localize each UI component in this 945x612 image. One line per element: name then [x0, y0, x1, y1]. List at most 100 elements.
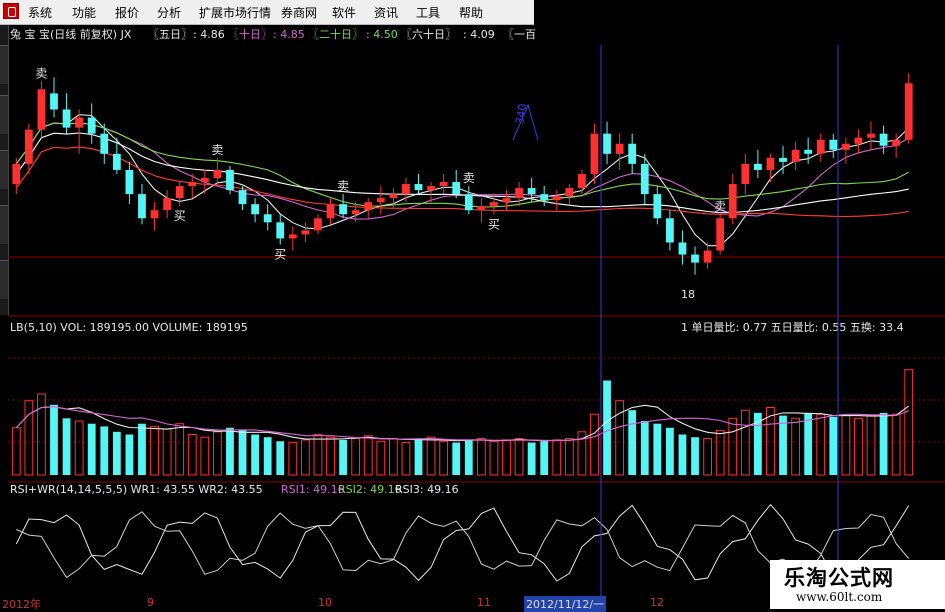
volume-bar [489, 440, 499, 476]
volume-bar [326, 436, 335, 476]
menu-software[interactable]: 软件 [332, 4, 356, 21]
rsi1-readout: RSI1: 49.16 [281, 483, 345, 496]
volume-bar [564, 438, 574, 476]
volume-bar [879, 412, 888, 475]
candle-body [766, 157, 775, 170]
ma5-label: 〖五日〗 [148, 28, 192, 41]
menu-analysis[interactable]: 分析 [157, 4, 181, 21]
candle-body [904, 83, 913, 140]
volume-bar [426, 436, 436, 476]
stock-chart[interactable]: 兔 宝 宝(日线 前复权) JX 〖五日〗 : 4.86 〖十日〗 : 4.85… [8, 25, 945, 596]
volume-bar [904, 369, 914, 476]
volume-bar [414, 439, 423, 475]
rsi2-readout: RSI2: 49.16 [338, 483, 402, 496]
volume-bar [816, 413, 826, 476]
volume-bar [263, 437, 272, 475]
volume-bar [388, 438, 398, 476]
menu-tools[interactable]: 工具 [416, 4, 440, 21]
volume-bar [514, 438, 524, 476]
candle-body [628, 143, 637, 164]
volume-bar [640, 421, 649, 475]
candle-body [502, 198, 511, 203]
volume-bar [276, 441, 285, 475]
volume-bar [476, 438, 486, 476]
volume-bar [62, 418, 71, 475]
volume-bar [779, 415, 787, 475]
candle-body [12, 163, 21, 185]
ma20-label: 〖二十日〗 [308, 27, 363, 41]
candle-body [376, 198, 385, 203]
menu-broker[interactable]: 券商网 [281, 4, 317, 21]
cursor-date-label: 2012/11/12/一 [524, 596, 607, 612]
volume-bar [162, 428, 172, 476]
volume-bar [841, 415, 851, 476]
candle-body [175, 186, 184, 199]
watermark: 乐淘公式网 www.60lt.com [770, 560, 945, 609]
volume-bar [740, 409, 750, 476]
watermark-title: 乐淘公式网 [784, 566, 894, 590]
candle-body [314, 218, 322, 231]
menu-bar: 系统 功能 报价 分析 扩展市场行情 券商网 软件 资讯 工具 帮助 [0, 0, 534, 25]
candle-body [741, 163, 750, 185]
volume-bar [226, 427, 234, 475]
signal-annotations: 卖买卖买卖卖买卖 [35, 66, 726, 261]
candle-body [728, 184, 737, 219]
volume-bar [251, 434, 260, 475]
candle-body [691, 254, 699, 263]
candle-body [125, 169, 134, 195]
volume-bar [653, 423, 662, 475]
side-tab[interactable] [0, 150, 8, 189]
menu-system[interactable]: 系统 [28, 4, 52, 21]
candle-body [779, 157, 787, 162]
candle-body [200, 177, 209, 183]
volume-ratio-readout: 1 单日量比: 0.77 五日量比: 0.55 五换: 33.4 [681, 320, 904, 334]
candle-body [590, 133, 599, 174]
menu-extended-market[interactable]: 扩展市场行情 [199, 4, 271, 21]
date-tick: 2012年 [2, 598, 41, 611]
buy-signal: 买 [488, 217, 500, 231]
volume-bar [452, 442, 461, 475]
volume-bar [112, 431, 121, 475]
candle-body [703, 250, 712, 263]
candle-body [163, 198, 172, 211]
candle-body [150, 210, 159, 219]
ma5-value: : 4.86 [193, 28, 225, 41]
sell-signal: 卖 [35, 66, 47, 80]
candle-body [829, 139, 838, 150]
candle-body [188, 182, 197, 187]
sell-signal: 卖 [463, 171, 475, 185]
candle-body [477, 206, 486, 211]
side-tab[interactable] [0, 45, 8, 84]
sell-signal: 卖 [337, 179, 349, 193]
volume-bars [11, 369, 914, 476]
candle-body [841, 143, 850, 150]
volume-bar [703, 438, 713, 476]
menu-function[interactable]: 功能 [72, 4, 96, 21]
volume-bar [854, 417, 863, 476]
candle-body [427, 186, 435, 191]
volume-bar [238, 430, 247, 475]
candle-body [226, 169, 234, 191]
volume-bar [351, 438, 361, 476]
volume-bar [125, 434, 134, 475]
menu-quotes[interactable]: 报价 [115, 4, 139, 21]
candle-body [515, 188, 523, 199]
ma20-value: : 4.50 [366, 28, 398, 41]
candle-body [100, 133, 109, 154]
price-panel-title: 兔 宝 宝(日线 前复权) JX [10, 27, 132, 41]
side-tab[interactable] [0, 95, 8, 134]
candle-body [804, 149, 813, 154]
side-tab[interactable] [0, 260, 8, 299]
candle-body [615, 143, 624, 154]
candle-body [288, 234, 297, 239]
menu-news[interactable]: 资讯 [374, 4, 398, 21]
volume-bar [100, 426, 109, 475]
volume-bar [728, 417, 738, 476]
volume-bar [212, 431, 222, 476]
volume-bar [150, 425, 159, 476]
menu-help[interactable]: 帮助 [459, 4, 483, 21]
candle-body [402, 184, 410, 195]
candle-body [50, 93, 58, 110]
volume-bar [715, 429, 725, 476]
side-tab[interactable] [0, 205, 8, 244]
